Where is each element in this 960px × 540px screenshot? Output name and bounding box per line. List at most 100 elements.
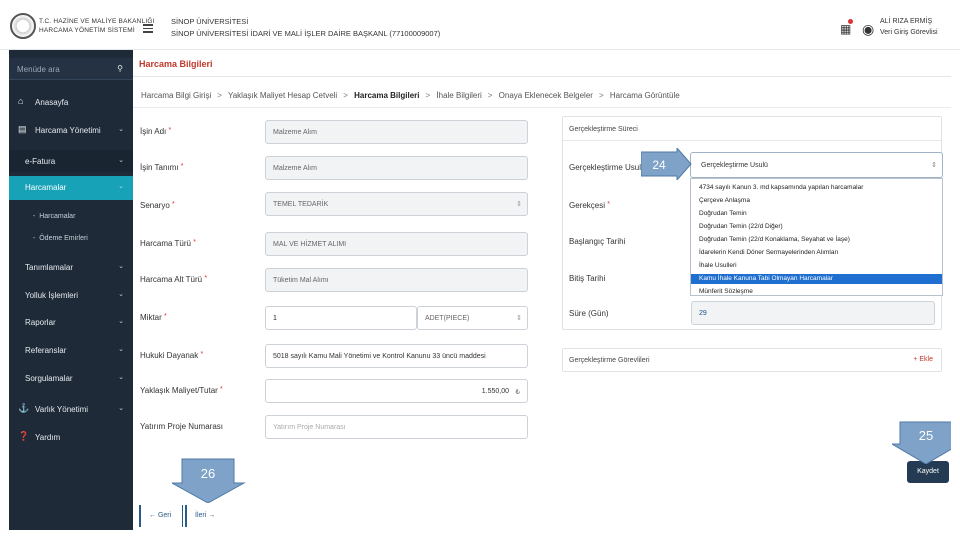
sidebar: Menüde ara ⚲ ⌂ Anasayfa ▤ Harcama Yöneti… [9,50,133,530]
sidebar-item-label: Anasayfa [35,98,69,107]
divider [182,505,183,527]
is-tanimi-label: İşin Tanımı * [140,163,184,172]
sidebar-item-yardim[interactable]: ❓ Yardım [9,426,133,448]
sidebar-item-label: Harcamalar [25,183,67,192]
sidebar-item-varlik-yonetimi[interactable]: ⚓ Varlık Yönetimi ⌄ [9,398,133,420]
user-icon[interactable]: ◉ [862,21,874,38]
top-header: T.C. HAZİNE VE MALİYE BAKANLIĞI HARCAMA … [0,0,960,50]
usul-select[interactable]: Gerçekleştirme Usulü ⇕ [690,152,943,178]
senaryo-select[interactable]: TEMEL TEDARİK ⇕ [265,192,528,216]
is-tanimi-field[interactable]: Malzeme Alım [265,156,528,180]
yaklasik-maliyet-input[interactable]: 1.550,00 ₺ [265,379,528,403]
usul-option[interactable]: Doğrudan Temin (22/d Diğer) [691,222,942,232]
miktar-unit-select[interactable]: ADET(PIECE) ⇕ [417,306,528,330]
sidebar-item-tanimlamalar[interactable]: Tanımlamalar ⌄ [9,256,133,278]
yatirim-proje-label: Yatırım Proje Numarası [140,422,223,431]
chevron-down-icon: ⌄ [118,157,124,164]
brand-line-1: T.C. HAZİNE VE MALİYE BAKANLIĞI [39,18,155,25]
chevron-down-icon: ⌄ [118,374,124,381]
usul-option[interactable]: İhale Usulleri [691,261,942,271]
sidebar-item-label: Tanımlamalar [25,263,74,272]
miktar-input[interactable]: 1 [265,306,417,330]
sidebar-item-harcama-yonetimi[interactable]: ▤ Harcama Yönetimi ⌄ [9,119,133,141]
sidebar-item-referanslar[interactable]: Referanslar ⌄ [9,339,133,361]
add-gorevli-button[interactable]: + Ekle [913,356,933,363]
breadcrumb-ihale-bilgileri[interactable]: İhale Bilgileri [436,91,481,100]
harcama-alt-turu-label: Harcama Alt Türü * [140,275,208,284]
brand-text: T.C. HAZİNE VE MALİYE BAKANLIĞI HARCAMA … [39,17,155,35]
divider [133,76,951,77]
help-icon: ❓ [18,431,30,441]
callout-number-24: 24 [652,158,666,172]
usul-option[interactable]: 4734 sayılı Kanun 3. md kapsamında yapıl… [691,183,942,193]
chevron-down-icon: ⌄ [118,318,124,325]
menu-search-input[interactable]: Menüde ara ⚲ [9,58,133,80]
bitis-label: Bitiş Tarihi [569,274,606,283]
notification-badge [848,19,853,24]
sidebar-subitem-harcamalar[interactable]: - Harcamalar [9,208,133,226]
usul-option[interactable]: Doğrudan Temin (22/d Konaklama, Seyahat … [691,235,942,245]
is-adi-field[interactable]: Malzeme Alım [265,120,528,144]
usul-option[interactable]: Kamu İhale Kanuna Tabi Olmayan Harcamala… [691,274,942,284]
user-name: ALİ RIZA ERMİŞ [880,18,933,25]
chevron-down-icon: ⌄ [118,346,124,353]
org-line-1: SİNOP ÜNİVERSİTESİ [171,17,249,26]
breadcrumb-yaklasik-maliyet[interactable]: Yaklaşık Maliyet Hesap Cetveli [228,91,337,100]
yaklasik-maliyet-label: Yaklaşık Maliyet/Tutar * [140,386,223,395]
updown-icon: ⇕ [516,315,522,322]
usul-option[interactable]: Doğrudan Temin [691,209,942,219]
gerekce-label: Gerekçesi * [569,201,610,210]
hukuki-dayanak-field[interactable]: 5018 sayılı Kamu Mali Yönetimi ve Kontro… [265,344,528,368]
chevron-down-icon: ⌄ [118,126,124,133]
sidebar-item-label: Raporlar [25,318,56,327]
breadcrumb-onaya-eklenecek[interactable]: Onaya Eklenecek Belgeler [499,91,593,100]
callout-arrow-26: 26 [172,458,246,503]
sidebar-item-yolluk-islemleri[interactable]: Yolluk İşlemleri ⌄ [9,284,133,306]
sidebar-item-harcamalar[interactable]: Harcamalar ⌄ [9,176,133,200]
chevron-down-icon: ⌄ [118,405,124,412]
sidebar-item-label: Sorgulamalar [25,374,73,383]
baslangic-label: Başlangıç Tarihi [569,237,626,246]
sidebar-item-label: Referanslar [25,346,67,355]
sidebar-item-label: Varlık Yönetimi [35,405,89,414]
save-button[interactable]: Kaydet [907,461,949,483]
user-info[interactable]: ALİ RIZA ERMİŞ Veri Giriş Görevlisi [880,16,938,38]
usul-option[interactable]: Münferit Sözleşme [691,287,942,297]
sidebar-item-e-fatura[interactable]: e-Fatura ⌄ [9,150,133,172]
sidebar-item-anasayfa[interactable]: ⌂ Anasayfa [9,91,133,113]
harcama-turu-field[interactable]: MAL VE HİZMET ALIMI [265,232,528,256]
harcama-alt-turu-field[interactable]: Tüketim Mal Alımı [265,268,528,292]
next-button[interactable]: İleri → [185,505,229,527]
harcama-turu-label: Harcama Türü * [140,239,196,248]
sidebar-item-label: Yolluk İşlemleri [25,291,79,300]
sidebar-subitem-label: - Harcamalar [33,213,76,220]
usul-label: Gerçekleştirme Usulü * [569,163,650,172]
notification-icon[interactable]: ▦ [840,22,851,36]
breadcrumb-harcama-goruntule[interactable]: Harcama Görüntüle [610,91,680,100]
bank-icon: ⚓ [18,403,30,413]
divider [563,140,941,141]
gorevliler-panel: Gerçekleştirme Görevlileri + Ekle [562,348,942,372]
ministry-logo [10,13,36,39]
breadcrumb: Harcama Bilgi Girişi > Yaklaşık Maliyet H… [141,91,680,100]
search-icon[interactable]: ⚲ [117,64,123,73]
callout-arrow-25: 25 [892,421,960,464]
is-adi-label: İşin Adı * [140,127,172,136]
updown-icon: ⇕ [931,162,937,169]
sidebar-subitem-odeme-emirleri[interactable]: - Ödeme Emirleri [9,230,133,248]
sure-label: Süre (Gün) [569,309,609,318]
home-icon: ⌂ [18,96,24,106]
chevron-down-icon: ⌄ [118,291,124,298]
breadcrumb-harcama-bilgileri[interactable]: Harcama Bilgileri [354,91,419,100]
menu-toggle-icon[interactable] [143,24,153,35]
back-button[interactable]: ← Geri [139,505,181,527]
navigation-buttons: ← Geri İleri → [139,505,229,527]
usul-option[interactable]: Çerçeve Anlaşma [691,196,942,206]
yatirim-proje-input[interactable]: Yatırım Proje Numarası [265,415,528,439]
sidebar-item-label: e-Fatura [25,157,56,166]
sidebar-item-raporlar[interactable]: Raporlar ⌄ [9,311,133,333]
chevron-down-icon: ⌄ [118,263,124,270]
breadcrumb-harcama-bilgi-girisi[interactable]: Harcama Bilgi Girişi [141,91,211,100]
usul-option[interactable]: İdarelerin Kendi Döner Sermayelerinden A… [691,248,942,258]
sidebar-item-sorgulamalar[interactable]: Sorgulamalar ⌄ [9,367,133,389]
